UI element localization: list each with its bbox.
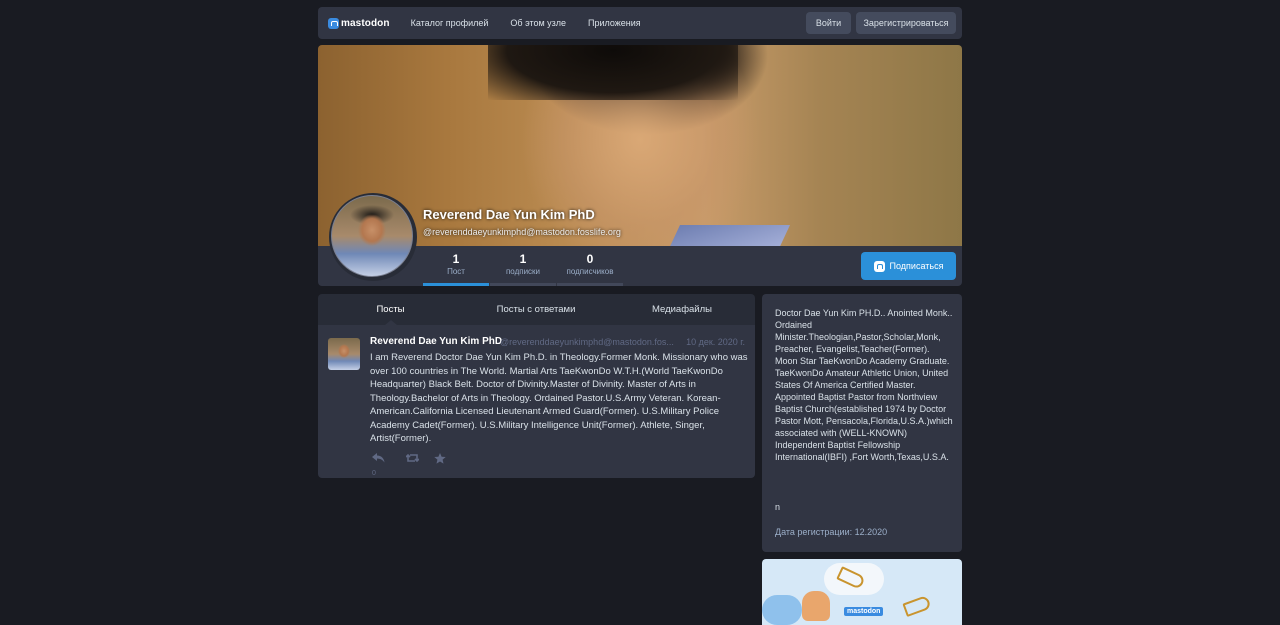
counter-followers-num: 0 [586,252,594,266]
logo-text: mastodon [341,17,390,29]
nav-profile-directory[interactable]: Каталог профилей [411,18,489,28]
boost-icon [405,453,420,463]
joined-date: Дата регистрации: 12.2020 [775,527,888,537]
follow-button-label: Подписаться [889,261,944,271]
counter-posts-num: 1 [452,252,460,266]
bio-text: Doctor Dae Yun Kim PH.D.. Anointed Monk.… [775,308,953,462]
profile-display-name: Reverend Dae Yun Kim PhD [423,207,595,222]
counter-following[interactable]: 1 подписки [490,252,556,286]
status-avatar[interactable] [328,338,360,370]
mastodon-logo[interactable]: mastodon [328,17,390,29]
posts-column: Посты Посты с ответами Медиафайлы Revere… [318,294,755,478]
profile-bio-card: Doctor Dae Yun Kim PH.D.. Anointed Monk.… [762,294,962,552]
tab-posts-with-replies[interactable]: Посты с ответами [463,294,609,325]
status-author-handle[interactable]: @reverenddaeyunkimphd@mastodon.fos... [500,337,680,347]
banner-shirt [666,225,790,246]
boost-button[interactable] [405,453,420,466]
register-button[interactable]: Зарегистрироваться [856,12,956,34]
nav-apps[interactable]: Приложения [588,18,641,28]
profile-header: Reverend Dae Yun Kim PhD @reverenddaeyun… [318,45,962,286]
mastodon-promo-illustration: mastodon [762,559,962,625]
mascot-icon [802,591,830,621]
mastodon-logo-icon [328,17,339,29]
reply-count: 0 [372,470,376,477]
cloud-shape [762,595,802,625]
follow-button[interactable]: Подписаться [861,252,956,280]
profile-banner-image [318,45,962,246]
auth-buttons: Войти Зарегистрироваться [801,12,956,34]
counter-underline [423,283,489,286]
mastodon-icon [873,260,885,272]
status-timestamp[interactable]: 10 дек. 2020 г. [686,337,745,347]
top-bar: mastodon Каталог профилей Об этом узле П… [318,7,962,39]
profile-handle: @reverenddaeyunkimphd@mastodon.fosslife.… [423,227,621,237]
counter-followers-label: подписчиков [566,267,614,276]
status-card[interactable]: Reverend Dae Yun Kim PhD @reverenddaeyun… [318,325,755,478]
reply-icon [372,453,385,463]
tab-posts[interactable]: Посты [318,294,463,325]
tab-media[interactable]: Медиафайлы [609,294,755,325]
reply-button[interactable]: 0 [372,453,385,478]
promo-logo: mastodon [844,607,884,616]
bio-extra: n [775,502,781,512]
trumpet-icon [902,594,932,618]
profile-avatar[interactable] [329,193,417,281]
nav-about[interactable]: Об этом узле [510,18,566,28]
counter-following-label: подписки [505,267,541,276]
login-button[interactable]: Войти [806,12,851,34]
avatar-image [331,195,413,277]
counter-posts-label: Пост [447,267,465,276]
status-content: I am Reverend Doctor Dae Yun Kim Ph.D. i… [370,352,748,444]
banner-hair [488,45,738,100]
counter-posts[interactable]: 1 Пост [423,252,489,286]
top-bar-wrapper: mastodon Каталог профилей Об этом узле П… [318,7,962,39]
posts-tabs: Посты Посты с ответами Медиафайлы [318,294,755,325]
counter-followers[interactable]: 0 подписчиков [557,252,623,286]
favourite-button[interactable] [434,453,446,467]
counter-underline [557,283,623,286]
status-author-name[interactable]: Reverend Dae Yun Kim PhD [370,336,502,347]
counter-following-num: 1 [519,252,527,266]
counter-underline [490,283,556,286]
star-icon [434,453,446,464]
